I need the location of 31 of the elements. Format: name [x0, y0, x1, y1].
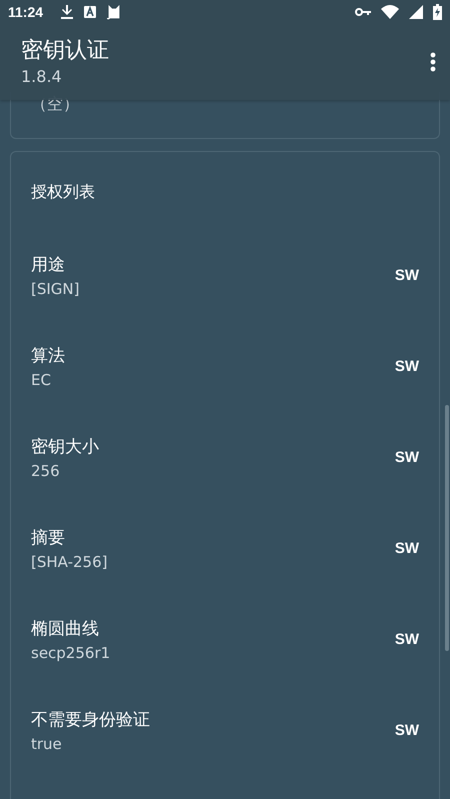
field-label: 摘要	[31, 526, 66, 550]
field-value: 256	[31, 460, 61, 480]
field-label: 不需要身份验证	[31, 708, 151, 732]
field-value: [SIGN]	[31, 278, 80, 298]
app-version: 1.8.4	[21, 67, 63, 87]
field-label: 算法	[31, 344, 66, 368]
download-icon	[61, 5, 74, 19]
security-level-tag: SW	[394, 631, 419, 648]
security-level-tag: SW	[394, 267, 419, 284]
card-title: 授权列表	[30, 181, 96, 203]
status-time: 11:24	[8, 4, 44, 20]
security-level-tag: SW	[394, 722, 419, 739]
field-value: （空）	[31, 94, 79, 113]
field-label: 用途	[31, 254, 66, 276]
letter-a-icon	[83, 5, 98, 19]
field-value: [SHA-256]	[31, 552, 108, 572]
wifi-icon	[381, 5, 399, 19]
field-value: secp256r1	[31, 642, 112, 662]
security-level-tag: SW	[394, 358, 419, 375]
signal-icon	[409, 5, 423, 19]
app-title: 密钥认证	[21, 37, 110, 65]
field-value: true	[31, 734, 63, 754]
security-level-tag: SW	[394, 540, 419, 557]
battery-icon	[433, 4, 442, 20]
field-label: 密钥大小	[31, 436, 100, 458]
key-icon	[355, 7, 371, 17]
field-label: 椭圆曲线	[31, 618, 100, 640]
security-level-tag: SW	[394, 449, 419, 466]
field-value: EC	[31, 370, 52, 390]
more-options-icon[interactable]	[430, 52, 436, 72]
scrollbar[interactable]	[445, 405, 449, 651]
